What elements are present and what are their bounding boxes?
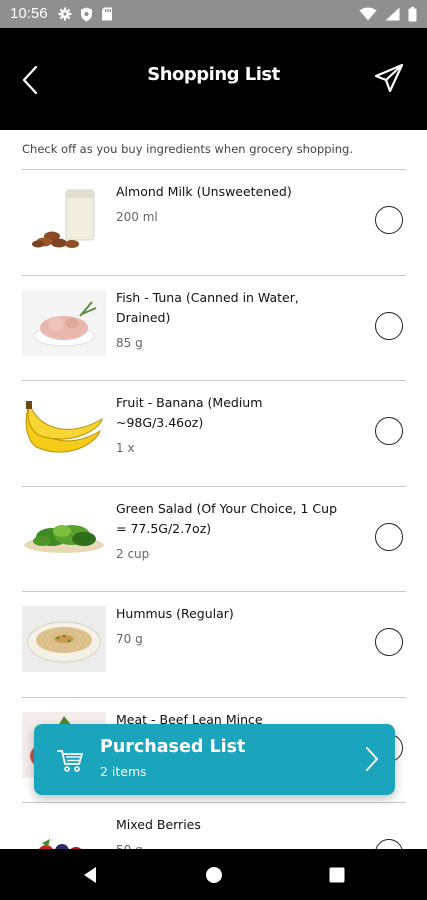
- list-item: Green Salad (Of Your Choice, 1 Cup = 77.…: [22, 485, 406, 592]
- instruction-text: Check off as you buy ingredients when gr…: [22, 142, 353, 156]
- item-name: Mixed Berries: [116, 817, 201, 832]
- status-icons-right: [359, 6, 417, 22]
- banana-image: [22, 395, 106, 461]
- battery-icon: [408, 6, 417, 21]
- list-item: Fish - Tuna (Canned in Water, Drained) 8…: [22, 274, 406, 381]
- cart-icon: [57, 750, 83, 772]
- page-title: Shopping List: [147, 64, 280, 85]
- nav-recents-button[interactable]: [325, 863, 349, 887]
- signal-icon: [385, 7, 400, 21]
- system-nav-bar: [0, 849, 427, 900]
- item-name: Almond Milk (Unsweetened): [116, 184, 292, 199]
- paper-plane-icon: [374, 63, 404, 93]
- item-name: Hummus (Regular): [116, 606, 234, 621]
- wifi-icon: [359, 7, 377, 21]
- check-circle-button[interactable]: [375, 311, 403, 340]
- almond-milk-image: [22, 184, 106, 250]
- item-quantity: 200 ml: [116, 210, 158, 224]
- item-name: Fruit - Banana (Medium ~98G/3.46oz): [116, 395, 263, 430]
- tuna-image: [22, 289, 106, 356]
- purchased-list-count: 2 items: [100, 764, 147, 779]
- back-triangle-icon: [84, 867, 96, 883]
- app-header: Shopping List: [0, 28, 427, 130]
- purchased-list-button[interactable]: Purchased List 2 items: [34, 724, 395, 795]
- check-circle-button[interactable]: [375, 417, 403, 445]
- item-name: Green Salad (Of Your Choice, 1 Cup = 77.…: [116, 500, 338, 536]
- send-button[interactable]: [365, 56, 413, 100]
- home-circle-icon: [206, 867, 222, 883]
- sd-card-icon: [102, 7, 112, 21]
- gear-icon: [58, 7, 72, 21]
- check-circle-button[interactable]: [375, 628, 403, 656]
- chevron-right-icon: [366, 747, 378, 771]
- item-quantity: 1 x: [116, 441, 135, 455]
- nav-back-button[interactable]: [78, 863, 102, 887]
- item-quantity: 85 g: [116, 335, 143, 350]
- nav-home-button[interactable]: [202, 863, 226, 887]
- status-time: 10:56: [10, 5, 48, 22]
- purchased-list-title: Purchased List: [100, 737, 246, 757]
- list-item: Fruit - Banana (Medium ~98G/3.46oz) 1 x: [22, 380, 406, 486]
- status-icons-left: [58, 6, 113, 22]
- hummus-image: [22, 606, 106, 672]
- item-quantity: 70 g: [116, 632, 143, 646]
- recents-square-icon: [329, 867, 345, 883]
- item-quantity: 2 cup: [116, 546, 150, 561]
- check-circle-button[interactable]: [375, 206, 403, 234]
- shield-icon: [81, 7, 92, 21]
- list-item: Hummus (Regular) 70 g: [22, 591, 406, 697]
- status-bar: 10:56: [0, 0, 427, 28]
- green-salad-image: [22, 500, 106, 567]
- list-item: Almond Milk (Unsweetened) 200 ml: [22, 169, 406, 275]
- check-circle-button[interactable]: [375, 522, 403, 551]
- item-name: Fish - Tuna (Canned in Water, Drained): [116, 289, 299, 325]
